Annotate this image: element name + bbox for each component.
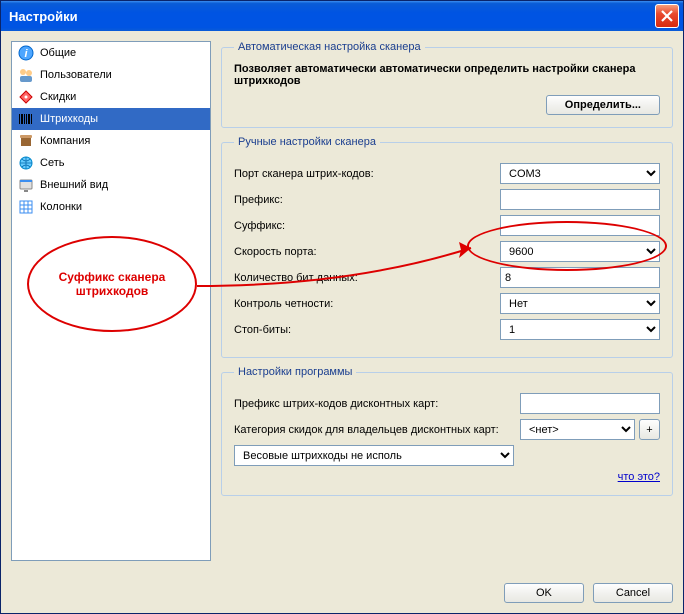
sidebar-item-users[interactable]: Пользователи <box>12 64 210 86</box>
network-icon <box>18 155 34 171</box>
suffix-input[interactable] <box>500 215 660 236</box>
company-icon <box>18 133 34 149</box>
port-select[interactable]: COM3 <box>500 163 660 184</box>
settings-window: Настройки i Общие Пользователи Скидки Шт… <box>0 0 684 614</box>
prefix-label: Префикс: <box>234 194 500 206</box>
stop-select[interactable]: 1 <box>500 319 660 340</box>
discount-icon <box>18 89 34 105</box>
program-group: Настройки программы Префикс штрих-кодов … <box>221 366 673 496</box>
users-icon <box>18 67 34 83</box>
sidebar-item-label: Штрихкоды <box>40 113 98 125</box>
sidebar-item-appearance[interactable]: Внешний вид <box>12 174 210 196</box>
bits-input[interactable] <box>500 267 660 288</box>
auto-description: Позволяет автоматически автоматически оп… <box>234 63 660 87</box>
main-panel: Автоматическая настройка сканера Позволя… <box>221 41 673 567</box>
help-link[interactable]: что это? <box>618 471 660 483</box>
auto-legend: Автоматическая настройка сканера <box>234 41 425 53</box>
sidebar-item-label: Пользователи <box>40 69 112 81</box>
sidebar-item-label: Скидки <box>40 91 76 103</box>
sidebar-item-discounts[interactable]: Скидки <box>12 86 210 108</box>
add-category-button[interactable]: + <box>639 419 660 440</box>
speed-label: Скорость порта: <box>234 246 500 258</box>
cancel-button[interactable]: Cancel <box>593 583 673 603</box>
sidebar-item-label: Внешний вид <box>40 179 108 191</box>
sidebar-item-company[interactable]: Компания <box>12 130 210 152</box>
prefix-input[interactable] <box>500 189 660 210</box>
columns-icon <box>18 199 34 215</box>
parity-select[interactable]: Нет <box>500 293 660 314</box>
manual-group: Ручные настройки сканера Порт сканера шт… <box>221 136 673 358</box>
window-title: Настройки <box>9 9 655 24</box>
sidebar-item-label: Колонки <box>40 201 82 213</box>
auto-group: Автоматическая настройка сканера Позволя… <box>221 41 673 128</box>
program-legend: Настройки программы <box>234 366 356 378</box>
sidebar-item-label: Компания <box>40 135 90 147</box>
ok-button[interactable]: OK <box>504 583 584 603</box>
info-icon: i <box>18 45 34 61</box>
speed-select[interactable]: 9600 <box>500 241 660 262</box>
sidebar-item-general[interactable]: i Общие <box>12 42 210 64</box>
sidebar-item-label: Общие <box>40 47 76 59</box>
discount-cat-select[interactable]: <нет> <box>520 419 635 440</box>
close-button[interactable] <box>655 4 679 28</box>
sidebar-item-network[interactable]: Сеть <box>12 152 210 174</box>
discount-prefix-label: Префикс штрих-кодов дисконтных карт: <box>234 398 520 410</box>
sidebar-item-barcodes[interactable]: Штрихкоды <box>12 108 210 130</box>
appearance-icon <box>18 177 34 193</box>
manual-legend: Ручные настройки сканера <box>234 136 380 148</box>
detect-button[interactable]: Определить... <box>546 95 660 115</box>
titlebar: Настройки <box>1 1 683 31</box>
weight-barcodes-select[interactable]: Весовые штрихкоды не исполь <box>234 445 514 466</box>
suffix-label: Суффикс: <box>234 220 500 232</box>
stop-label: Стоп-биты: <box>234 324 500 336</box>
sidebar: i Общие Пользователи Скидки Штрихкоды Ко… <box>11 41 211 561</box>
footer: OK Cancel <box>1 577 683 613</box>
parity-label: Контроль четности: <box>234 298 500 310</box>
sidebar-item-columns[interactable]: Колонки <box>12 196 210 218</box>
discount-cat-label: Категория скидок для владельцев дисконтн… <box>234 424 520 436</box>
discount-prefix-input[interactable] <box>520 393 660 414</box>
sidebar-item-label: Сеть <box>40 157 64 169</box>
port-label: Порт сканера штрих-кодов: <box>234 168 500 180</box>
bits-label: Количество бит данных: <box>234 272 500 284</box>
barcode-icon <box>18 111 34 127</box>
